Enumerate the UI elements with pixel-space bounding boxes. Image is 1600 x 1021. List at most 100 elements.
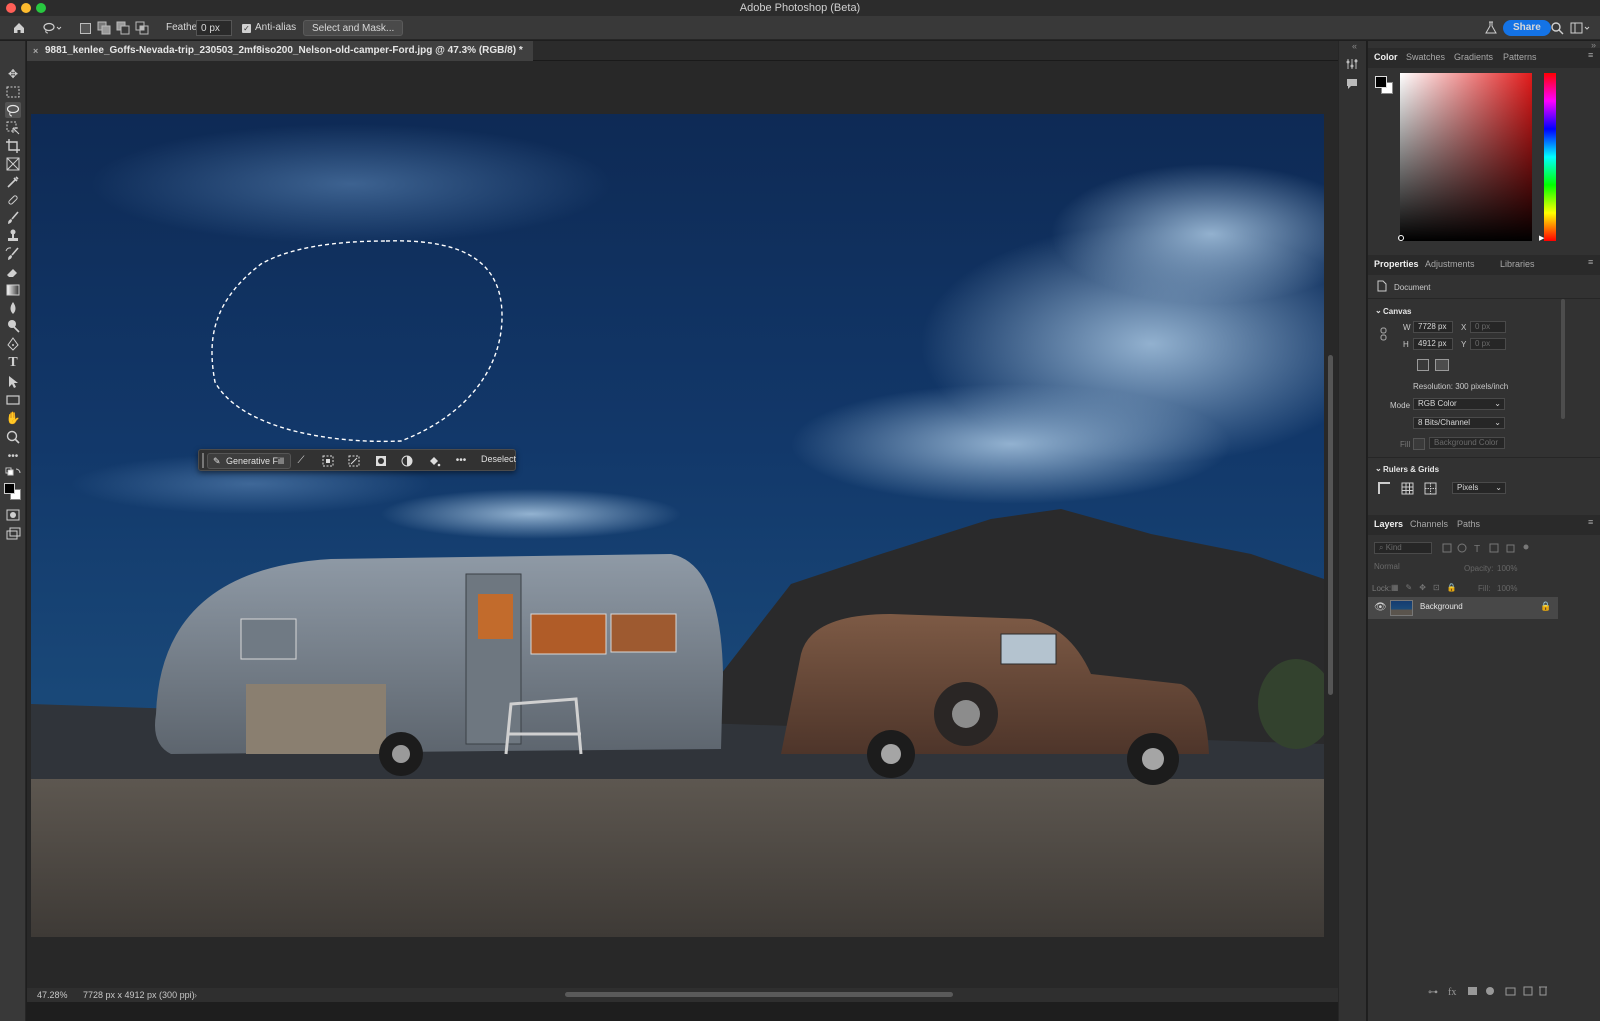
guides-icon[interactable] [1424, 482, 1437, 495]
visibility-eye-icon[interactable]: 👁 [1374, 602, 1387, 613]
quick-mask-icon[interactable] [5, 507, 21, 523]
fill-opacity-value[interactable]: 100% [1497, 584, 1517, 593]
select-and-mask-button[interactable]: Select and Mask... [303, 20, 404, 36]
layers-footer-icons[interactable]: ⊶ fx [1428, 985, 1548, 997]
new-selection-icon[interactable] [80, 23, 91, 34]
document-image[interactable] [31, 114, 1324, 937]
more-tools-icon[interactable]: ••• [5, 449, 21, 465]
brush-settings-icon[interactable] [1345, 57, 1359, 71]
flask-icon[interactable] [1484, 21, 1498, 35]
close-window-button[interactable] [6, 3, 16, 13]
home-icon[interactable] [12, 21, 26, 35]
panel-menu-icon[interactable]: ≡ [1588, 517, 1593, 527]
rulers-icon[interactable] [1378, 482, 1391, 495]
frame-tool-icon[interactable] [5, 156, 21, 172]
tab-properties[interactable]: Properties [1374, 259, 1419, 269]
rulers-section-chevron-icon[interactable]: ⌄ [1375, 464, 1382, 473]
lasso-tool-preset-icon[interactable] [42, 21, 62, 35]
tab-libraries[interactable]: Libraries [1500, 259, 1535, 269]
width-input[interactable]: 7728 px [1413, 321, 1453, 333]
tab-color[interactable]: Color [1374, 52, 1398, 62]
hue-slider[interactable] [1544, 73, 1556, 241]
select-subject-icon[interactable] [321, 454, 335, 468]
properties-scrollbar[interactable] [1561, 299, 1565, 419]
zoom-window-button[interactable] [36, 3, 46, 13]
vertical-scrollbar[interactable] [1328, 355, 1333, 695]
fill-select[interactable]: Background Color [1429, 437, 1505, 449]
tab-gradients[interactable]: Gradients [1454, 52, 1493, 62]
pen-tool-icon[interactable] [5, 336, 21, 352]
drag-handle[interactable] [202, 453, 204, 468]
color-picker-handle[interactable] [1398, 235, 1404, 241]
lock-options-icons[interactable]: ▦✎✥⊡🔒 [1391, 583, 1464, 592]
object-selection-tool-icon[interactable] [5, 120, 21, 136]
zoom-tool-icon[interactable] [5, 429, 21, 445]
close-tab-icon[interactable]: × [33, 41, 38, 61]
eyedropper-tool-icon[interactable] [5, 174, 21, 190]
subtract-from-selection-icon[interactable] [116, 21, 130, 35]
invert-selection-icon[interactable] [347, 454, 361, 468]
color-foreground-swatch[interactable] [1375, 76, 1387, 88]
document-tab[interactable]: × 9881_kenlee_Goffs-Nevada-trip_230503_2… [27, 41, 533, 61]
y-input[interactable]: 0 px [1470, 338, 1506, 350]
dodge-tool-icon[interactable] [5, 318, 21, 334]
bit-depth-select[interactable]: 8 Bits/Channel ⌄ [1413, 417, 1505, 429]
workspace-icon[interactable] [1570, 21, 1590, 35]
history-brush-tool-icon[interactable] [5, 246, 21, 262]
gradient-tool-icon[interactable] [5, 282, 21, 298]
canvas-section-chevron-icon[interactable]: ⌄ [1375, 306, 1382, 315]
path-selection-tool-icon[interactable] [5, 374, 21, 390]
search-icon[interactable] [1550, 21, 1564, 35]
link-dimensions-icon[interactable] [1379, 327, 1388, 341]
zoom-level[interactable]: 47.28% [37, 988, 68, 1002]
feather-input[interactable]: 0 px [196, 20, 232, 36]
rulers-grids-section-title[interactable]: Rulers & Grids [1383, 465, 1439, 474]
blend-mode-select[interactable]: Normal [1370, 562, 1452, 574]
eraser-tool-icon[interactable] [5, 264, 21, 280]
hue-slider-handle-icon[interactable]: ▶ [1539, 234, 1544, 242]
opacity-value[interactable]: 100% [1497, 564, 1517, 573]
minimize-window-button[interactable] [21, 3, 31, 13]
share-button[interactable]: Share [1503, 20, 1551, 36]
more-options-icon[interactable]: ••• [454, 454, 468, 468]
canvas-section-title[interactable]: Canvas [1383, 307, 1411, 316]
anti-alias-checkbox[interactable]: ✓ [242, 24, 251, 33]
lasso-tool-icon[interactable] [5, 102, 21, 118]
tab-swatches[interactable]: Swatches [1406, 52, 1445, 62]
landscape-orientation-icon[interactable] [1435, 359, 1449, 371]
layer-filter-kind-select[interactable]: ⌕ Kind [1374, 542, 1432, 554]
lock-icon[interactable]: 🔒 [1540, 601, 1551, 612]
brush-tool-icon[interactable] [5, 210, 21, 226]
tab-paths[interactable]: Paths [1457, 519, 1480, 529]
tab-patterns[interactable]: Patterns [1503, 52, 1537, 62]
x-input[interactable]: 0 px [1470, 321, 1506, 333]
portrait-orientation-icon[interactable] [1417, 359, 1429, 371]
canvas-area[interactable] [27, 61, 1354, 988]
rectangle-tool-icon[interactable] [5, 392, 21, 408]
layer-row-background[interactable]: 👁 Background 🔒 [1368, 597, 1558, 619]
layer-filter-icons[interactable]: T [1440, 542, 1532, 554]
screen-mode-icon[interactable] [5, 526, 21, 542]
units-select[interactable]: Pixels ⌄ [1452, 482, 1506, 494]
adjustment-layer-icon[interactable] [400, 454, 414, 468]
move-tool-icon[interactable]: ✥ [5, 66, 21, 82]
grid-icon[interactable] [1401, 482, 1414, 495]
modify-selection-icon[interactable]: ⟋ [294, 454, 308, 468]
default-colors-icon[interactable] [5, 467, 21, 483]
fill-selection-icon[interactable] [427, 454, 441, 468]
collapse-arrows-icon[interactable]: « [1352, 41, 1357, 51]
crop-tool-icon[interactable] [5, 138, 21, 154]
type-tool-icon[interactable]: T [5, 355, 21, 371]
blur-tool-icon[interactable] [5, 300, 21, 316]
tab-channels[interactable]: Channels [1410, 519, 1448, 529]
foreground-color-swatch[interactable] [4, 483, 15, 494]
create-mask-icon[interactable] [374, 454, 388, 468]
document-info[interactable]: 7728 px x 4912 px (300 ppi) [83, 988, 195, 1002]
marquee-tool-icon[interactable] [5, 84, 21, 100]
status-menu-arrow-icon[interactable]: › [194, 988, 197, 1002]
clone-stamp-tool-icon[interactable] [5, 228, 21, 244]
tab-adjustments[interactable]: Adjustments [1425, 259, 1475, 269]
mode-select[interactable]: RGB Color ⌄ [1413, 398, 1505, 410]
fill-color-swatch[interactable] [1413, 438, 1425, 450]
add-to-selection-icon[interactable] [97, 21, 111, 35]
